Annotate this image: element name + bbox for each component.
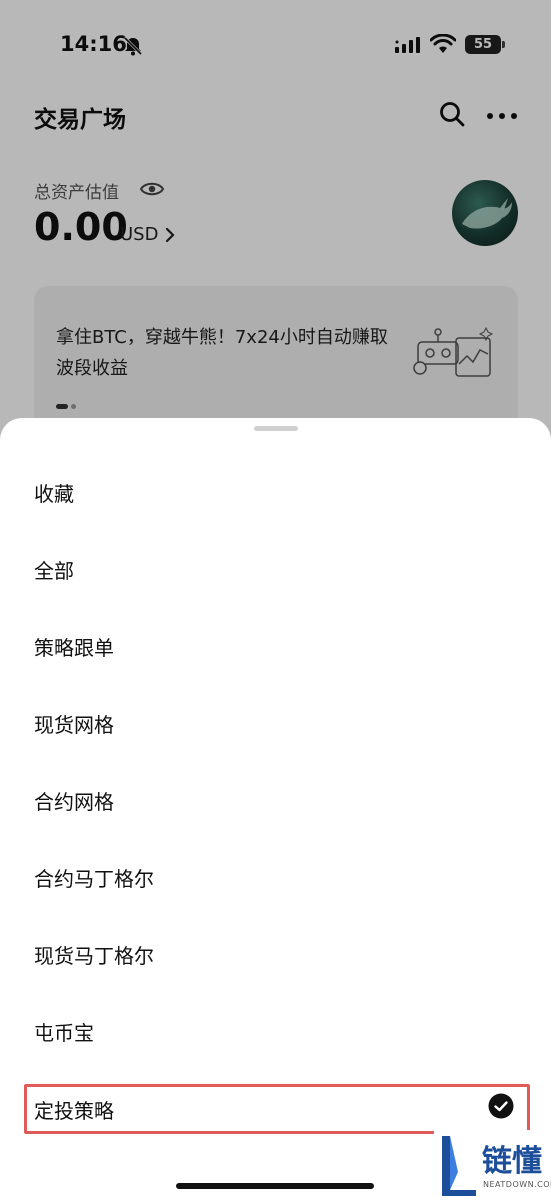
sheet-item-label: 合约马丁格尔 (34, 867, 154, 891)
selected-item-highlight (24, 1084, 530, 1134)
watermark-text: 链懂 (482, 1144, 542, 1179)
sheet-item-label: 策略跟单 (34, 636, 114, 660)
sheet-item-all[interactable]: 全部 (0, 533, 551, 599)
sheet-item-label: 全部 (34, 559, 74, 583)
strategy-filter-sheet: 收藏 全部 策略跟单 现货网格 合约网格 合约马丁格尔 现货马丁格尔 屯币宝 定… (0, 418, 551, 1200)
sheet-item-futures-grid[interactable]: 合约网格 (0, 764, 551, 830)
sheet-item-spot-grid[interactable]: 现货网格 (0, 687, 551, 753)
sheet-item-futures-martingale[interactable]: 合约马丁格尔 (0, 841, 551, 907)
watermark: 链懂 NEATDOWN.COM (434, 1130, 551, 1200)
sheet-item-copy-trading[interactable]: 策略跟单 (0, 610, 551, 676)
home-indicator (176, 1183, 374, 1189)
sheet-item-label: 屯币宝 (34, 1021, 94, 1045)
sheet-item-label: 现货网格 (34, 713, 114, 737)
sheet-item-coin-hoarding[interactable]: 屯币宝 (0, 995, 551, 1061)
checkmark-circle-icon (488, 1093, 514, 1119)
watermark-subtext: NEATDOWN.COM (483, 1180, 551, 1189)
sheet-item-label: 收藏 (34, 482, 74, 506)
sheet-item-favorites[interactable]: 收藏 (0, 456, 551, 522)
sheet-grabber[interactable] (254, 426, 298, 431)
sheet-item-label: 合约网格 (34, 790, 114, 814)
watermark-logo-icon (442, 1136, 476, 1196)
sheet-item-label: 现货马丁格尔 (34, 944, 154, 968)
sheet-item-spot-martingale[interactable]: 现货马丁格尔 (0, 918, 551, 984)
